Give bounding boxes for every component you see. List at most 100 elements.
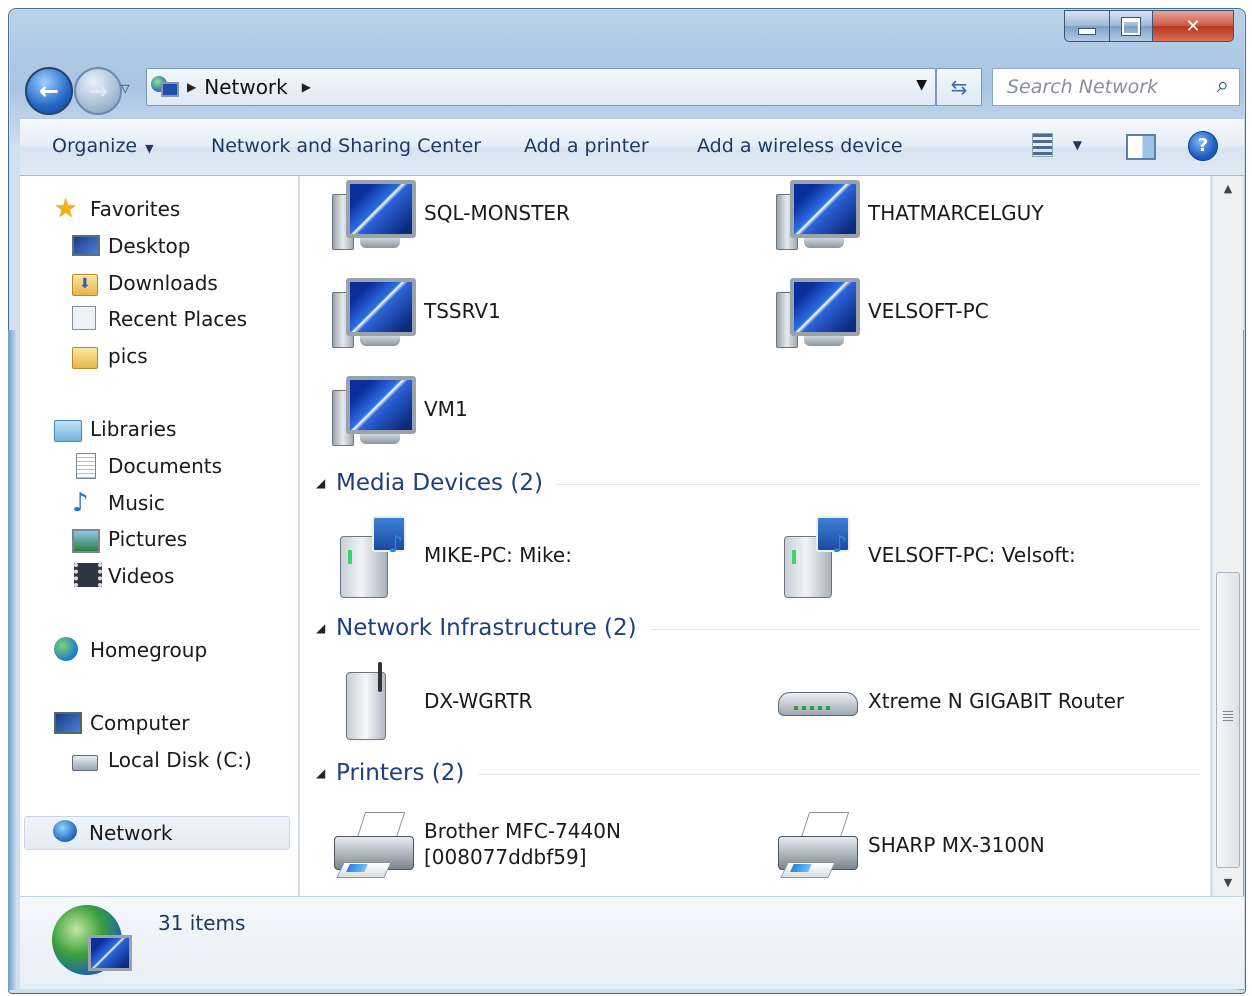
recent-pages-dropdown-icon[interactable]: ▽ bbox=[121, 82, 129, 95]
media-device-icon: ♪ bbox=[330, 516, 412, 598]
recent-places-icon bbox=[72, 306, 98, 332]
group-header-media-devices[interactable]: ◢ Media Devices (2) bbox=[316, 468, 1200, 498]
group-title: Media Devices (2) bbox=[336, 470, 543, 496]
nav-pics-label: pics bbox=[108, 344, 148, 368]
search-input[interactable] bbox=[1005, 75, 1199, 99]
router-icon bbox=[774, 662, 858, 740]
computer-icon bbox=[54, 710, 82, 736]
network-device-item[interactable]: Xtreme N GIGABIT Router bbox=[744, 658, 1164, 748]
breadcrumb-network[interactable]: Network bbox=[204, 75, 288, 99]
printer-item[interactable]: SHARP MX-3100N bbox=[744, 802, 1164, 892]
network-device-item[interactable]: DX-WGRTR bbox=[300, 658, 720, 748]
maximize-icon bbox=[1122, 17, 1140, 35]
computer-name: SQL-MONSTER bbox=[424, 201, 570, 225]
refresh-button[interactable]: ⇆ bbox=[936, 68, 982, 106]
printer-icon bbox=[774, 806, 858, 884]
nav-recent-places[interactable]: Recent Places bbox=[72, 302, 247, 336]
router-icon bbox=[330, 662, 412, 740]
navigation-pane: ★ Favorites Desktop Downloads Recent Pla… bbox=[20, 176, 299, 896]
add-wireless-device-button[interactable]: Add a wireless device bbox=[697, 135, 903, 157]
nav-network[interactable]: Network bbox=[24, 816, 290, 850]
chevron-down-icon: ▼ bbox=[145, 142, 154, 155]
computer-name: THATMARCELGUY bbox=[868, 201, 1044, 225]
breadcrumb-child-arrow-icon[interactable]: ▶ bbox=[302, 80, 311, 94]
printer-icon bbox=[330, 806, 414, 884]
nav-pics[interactable]: pics bbox=[72, 339, 148, 373]
nav-pictures-label: Pictures bbox=[108, 527, 188, 551]
documents-icon bbox=[72, 453, 98, 479]
computer-icon bbox=[330, 278, 416, 356]
printer-item[interactable]: Brother MFC-7440N [008077ddbf59] bbox=[300, 802, 720, 892]
group-header-network-infrastructure[interactable]: ◢ Network Infrastructure (2) bbox=[316, 613, 1200, 643]
computer-item[interactable]: VM1 bbox=[300, 372, 720, 462]
nav-documents[interactable]: Documents bbox=[72, 449, 222, 483]
details-view-icon bbox=[1032, 133, 1053, 157]
chevron-down-icon: ▼ bbox=[1072, 138, 1082, 152]
back-button[interactable]: ← bbox=[25, 67, 73, 115]
scroll-up-arrow-icon[interactable]: ▲ bbox=[1213, 176, 1243, 202]
nav-desktop[interactable]: Desktop bbox=[72, 229, 190, 263]
nav-recent-places-label: Recent Places bbox=[108, 307, 248, 331]
window-frame-left bbox=[8, 330, 16, 990]
caption-buttons: ✕ bbox=[1064, 10, 1234, 42]
nav-homegroup-label: Homegroup bbox=[90, 638, 208, 662]
nav-music[interactable]: ♪ Music bbox=[72, 486, 165, 520]
nav-pictures[interactable]: Pictures bbox=[72, 522, 187, 556]
nav-videos[interactable]: Videos bbox=[72, 559, 174, 593]
command-bar: Organize ▼ Network and Sharing Center Add… bbox=[20, 118, 1244, 176]
close-button[interactable]: ✕ bbox=[1153, 10, 1234, 42]
back-arrow-icon: ← bbox=[38, 77, 60, 105]
scroll-down-arrow-icon[interactable]: ▼ bbox=[1213, 870, 1243, 896]
forward-button[interactable]: → bbox=[74, 67, 122, 115]
refresh-icon: ⇆ bbox=[950, 75, 968, 99]
network-device-name: Xtreme N GIGABIT Router bbox=[868, 689, 1125, 713]
collapse-triangle-icon[interactable]: ◢ bbox=[316, 766, 336, 780]
help-button[interactable]: ? bbox=[1188, 131, 1218, 161]
computer-item[interactable]: TSSRV1 bbox=[300, 274, 720, 364]
computer-item[interactable]: THATMARCELGUY bbox=[744, 176, 1164, 266]
libraries-icon bbox=[54, 416, 82, 442]
media-device-item[interactable]: ♪ MIKE-PC: Mike: bbox=[300, 512, 720, 602]
computer-icon bbox=[774, 278, 860, 356]
computer-item[interactable]: SQL-MONSTER bbox=[300, 176, 720, 266]
organize-button[interactable]: Organize ▼ bbox=[52, 135, 154, 157]
printer-name: Brother MFC-7440N bbox=[424, 819, 621, 843]
nav-favorites[interactable]: ★ Favorites bbox=[54, 192, 180, 226]
network-device-name: DX-WGRTR bbox=[424, 689, 533, 713]
details-pane: 31 items bbox=[20, 896, 1244, 989]
nav-music-label: Music bbox=[108, 491, 165, 515]
scroll-thumb[interactable] bbox=[1216, 572, 1240, 868]
nav-libraries[interactable]: Libraries bbox=[54, 412, 176, 446]
address-bar[interactable]: ▶ Network ▶ ▼ bbox=[146, 68, 936, 106]
group-header-printers[interactable]: ◢ Printers (2) bbox=[316, 758, 1200, 788]
media-device-item[interactable]: ♪ VELSOFT-PC: Velsoft: bbox=[744, 512, 1164, 602]
minimize-button[interactable] bbox=[1064, 10, 1110, 42]
collapse-triangle-icon[interactable]: ◢ bbox=[316, 476, 336, 490]
nav-homegroup[interactable]: Homegroup bbox=[54, 633, 207, 667]
computer-name: VELSOFT-PC bbox=[868, 299, 989, 323]
nav-computer[interactable]: Computer bbox=[54, 706, 189, 740]
breadcrumb-root-arrow-icon[interactable]: ▶ bbox=[187, 80, 196, 94]
printer-name: SHARP MX-3100N bbox=[868, 833, 1045, 857]
nav-downloads[interactable]: Downloads bbox=[72, 266, 218, 300]
nav-local-disk[interactable]: Local Disk (C:) bbox=[72, 743, 252, 777]
group-title: Printers (2) bbox=[336, 760, 465, 786]
computer-icon bbox=[330, 376, 416, 454]
group-title: Network Infrastructure (2) bbox=[336, 615, 637, 641]
add-printer-button[interactable]: Add a printer bbox=[524, 135, 649, 157]
nav-computer-label: Computer bbox=[90, 711, 190, 735]
network-sharing-center-button[interactable]: Network and Sharing Center bbox=[211, 135, 481, 157]
collapse-triangle-icon[interactable]: ◢ bbox=[316, 621, 336, 635]
search-icon[interactable]: ⌕ bbox=[1217, 73, 1229, 98]
maximize-button[interactable] bbox=[1110, 10, 1153, 42]
close-icon: ✕ bbox=[1185, 15, 1201, 37]
change-view-button[interactable]: ▼ bbox=[1032, 131, 1082, 159]
preview-pane-button[interactable] bbox=[1126, 134, 1156, 160]
address-history-dropdown-icon[interactable]: ▼ bbox=[916, 77, 927, 93]
nav-favorites-label: Favorites bbox=[90, 197, 181, 221]
group-divider bbox=[556, 483, 1200, 485]
computer-item[interactable]: VELSOFT-PC bbox=[744, 274, 1164, 364]
media-device-name: VELSOFT-PC: Velsoft: bbox=[868, 543, 1076, 567]
network-globe-icon bbox=[52, 905, 132, 975]
vertical-scrollbar[interactable]: ▲ ▼ bbox=[1212, 176, 1243, 896]
